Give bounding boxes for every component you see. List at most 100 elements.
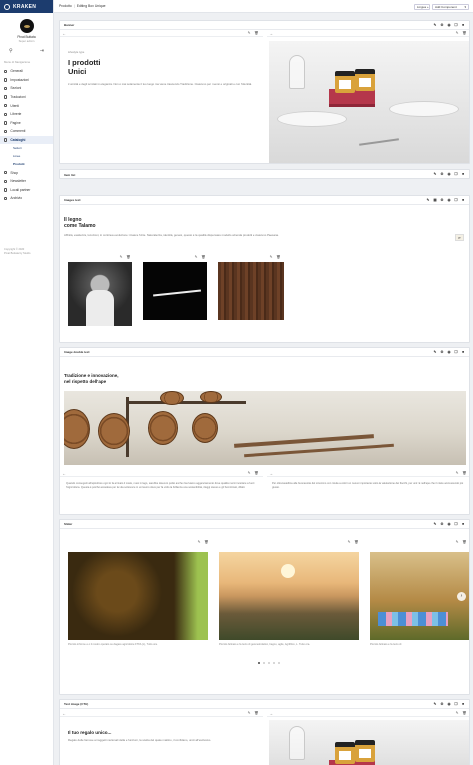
edit-delete-icons[interactable]: ✎ 🗑 (456, 540, 468, 544)
visibility-icon[interactable]: ◉ (447, 172, 451, 176)
copy-icon[interactable]: ❐ (454, 522, 458, 526)
delete-icon[interactable]: ■ (461, 702, 465, 706)
settings-icon[interactable]: ⚙ (440, 172, 444, 176)
edit-delete-icons[interactable]: ✎ 🗑 (456, 711, 468, 715)
avatar[interactable] (19, 19, 34, 33)
product-photo[interactable] (269, 41, 469, 163)
user-role: Super admin (18, 39, 35, 43)
edit-delete-icons[interactable]: ✎ 🗑 (456, 31, 468, 35)
copy-icon[interactable]: ❐ (454, 23, 458, 27)
arrow-left-icon[interactable]: ← (62, 471, 66, 476)
arrow-right-icon[interactable]: → (269, 31, 273, 36)
barrel-shape (192, 413, 218, 443)
delete-icon[interactable]: ■ (461, 350, 465, 354)
edit-delete-icons[interactable]: ✎ 🗑 (456, 471, 468, 475)
edit-icon[interactable]: ✎ (426, 198, 430, 202)
edit-delete-icons[interactable]: ✎ 🗑 (348, 540, 360, 544)
edit-delete-icons[interactable]: ✎ 🗑 (270, 255, 282, 259)
sidebar-subitem-prodotti[interactable]: Prodotti (0, 160, 53, 168)
barrel-shape (98, 413, 130, 449)
card-header: Images text ✎ ▦ ⚙ ◉ ❐ ■ (60, 196, 469, 205)
edit-delete-icons[interactable]: ✎ 🗑 (195, 255, 207, 259)
visibility-icon[interactable]: ◉ (447, 23, 451, 27)
edit-icon[interactable]: ✎ (433, 702, 437, 706)
banner-heading-line1: I prodotti (68, 58, 101, 67)
slide-sunset-photo[interactable] (219, 552, 359, 640)
cellar-photo[interactable] (64, 391, 466, 465)
visibility-icon[interactable]: ◉ (447, 198, 451, 202)
arrow-left-icon[interactable]: ← (62, 711, 66, 716)
sidebar-item-utenti[interactable]: Utenti (0, 101, 53, 110)
images-text-body: Affinità, esattezza, locuzioni, in conti… (64, 233, 279, 237)
tool-photo[interactable] (143, 262, 207, 320)
copy-icon[interactable]: ❐ (454, 350, 458, 354)
breadcrumb-home[interactable]: Prodotto (59, 4, 72, 8)
profile-icon[interactable]: ⚲ (9, 48, 13, 54)
copy-icon[interactable]: ❐ (454, 198, 458, 202)
slider-dot[interactable] (268, 662, 270, 664)
logout-icon[interactable]: ⇥ (40, 48, 44, 54)
barrel-shape (160, 391, 184, 405)
cta-heading: Il tuo regalo unico... (68, 730, 112, 735)
copy-icon[interactable]: ❐ (454, 172, 458, 176)
images-text-heading-line2: come Talamo (64, 223, 96, 229)
edit-delete-icons[interactable]: ✎ 🗑 (248, 31, 260, 35)
sidebar-subitem-settori[interactable]: Settori (0, 144, 53, 152)
add-component-button[interactable]: Add Component ▾ (432, 3, 469, 10)
settings-icon[interactable]: ⚙ (440, 350, 444, 354)
edit-icon[interactable]: ✎ (433, 522, 437, 526)
language-tab[interactable]: IT (455, 234, 464, 241)
sidebar-item-pagine[interactable]: Pagine (0, 119, 53, 128)
sidebar-item-librerie[interactable]: Librerie (0, 110, 53, 119)
sidebar-item-locali-partner[interactable]: Locali partner (0, 186, 53, 195)
sidebar-item-sezioni[interactable]: Sezioni (0, 84, 53, 93)
wood-photo[interactable] (218, 262, 284, 320)
visibility-icon[interactable]: ◉ (447, 702, 451, 706)
settings-icon[interactable]: ⚙ (440, 702, 444, 706)
delete-icon[interactable]: ■ (461, 23, 465, 27)
arrow-left-icon[interactable]: ← (62, 31, 66, 36)
edit-delete-icons[interactable]: ✎ 🗑 (248, 711, 260, 715)
delete-icon[interactable]: ■ (461, 172, 465, 176)
sidebar-subitem-linee[interactable]: Linee (0, 152, 53, 160)
edit-delete-icons[interactable]: ✎ 🗑 (120, 255, 132, 259)
sidebar-item-generali[interactable]: Generali (0, 67, 53, 76)
app-logo[interactable]: KRAKEN (13, 4, 36, 10)
sidebar-item-label: Generali (10, 69, 23, 74)
slider-dot[interactable] (273, 662, 275, 664)
slider-next-icon[interactable]: › (457, 592, 466, 601)
visibility-icon[interactable]: ◉ (447, 350, 451, 354)
edit-icon[interactable]: ✎ (433, 350, 437, 354)
sidebar-item-commenti[interactable]: Commenti (0, 127, 53, 136)
slide-bees-photo[interactable] (68, 552, 208, 640)
slider-dot[interactable] (278, 662, 280, 664)
slider-dot[interactable] (263, 662, 265, 664)
settings-icon[interactable]: ⚙ (440, 198, 444, 202)
item-list-card: Item list ✎ ⚙ ◉ ❐ ■ (59, 169, 470, 179)
edit-icon[interactable]: ✎ (433, 172, 437, 176)
sidebar-item-archivio[interactable]: Archivio (0, 194, 53, 203)
sidebar-item-cataloghi[interactable]: Cataloghi (0, 135, 53, 145)
language-button[interactable]: Lingua + (414, 3, 430, 10)
slider-dots (258, 662, 280, 664)
sidebar-item-newsletter[interactable]: Newsletter (0, 177, 53, 186)
layout-icon[interactable]: ▦ (433, 198, 437, 202)
sidebar-item-impostazioni[interactable]: Impostazioni (0, 76, 53, 85)
delete-icon[interactable]: ■ (461, 522, 465, 526)
delete-icon[interactable]: ■ (461, 198, 465, 202)
slide-hives-photo[interactable] (370, 552, 469, 640)
cta-product-photo[interactable] (269, 720, 469, 765)
edit-icon[interactable]: ✎ (433, 23, 437, 27)
settings-icon[interactable]: ⚙ (440, 522, 444, 526)
portrait-photo[interactable] (68, 262, 132, 326)
slider-dot[interactable] (258, 662, 260, 664)
copy-icon[interactable]: ❐ (454, 702, 458, 706)
settings-icon[interactable]: ⚙ (440, 23, 444, 27)
edit-delete-icons[interactable]: ✎ 🗑 (198, 540, 210, 544)
arrow-right-icon[interactable]: → (269, 711, 273, 716)
visibility-icon[interactable]: ◉ (447, 522, 451, 526)
sidebar-item-traduzioni[interactable]: Traduzioni (0, 93, 53, 102)
sidebar-item-shop[interactable]: Shop (0, 168, 53, 177)
arrow-right-icon[interactable]: → (269, 471, 273, 476)
edit-delete-icons[interactable]: ✎ 🗑 (248, 471, 260, 475)
